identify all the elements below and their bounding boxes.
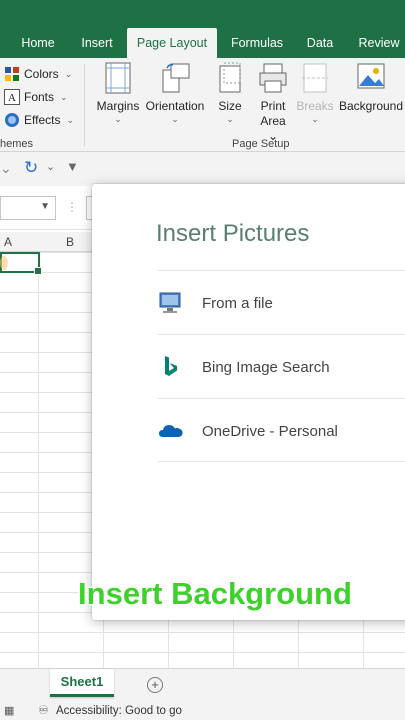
chevron-down-icon: ⌄ [64, 68, 73, 79]
option-label: From a file [202, 295, 273, 312]
chevron-down-icon: ⌄ [60, 91, 68, 102]
chevron-down-icon: ⌄ [226, 114, 234, 124]
margins-icon [105, 62, 131, 94]
tab-page-layout[interactable]: Page Layout [127, 28, 217, 58]
breaks-button[interactable]: Breaks ⌄ [296, 62, 334, 124]
from-a-file-option[interactable]: From a file [158, 270, 405, 334]
chevron-down-icon: ⌄ [311, 114, 319, 124]
dialog-title: Insert Pictures [156, 220, 310, 247]
group-divider [84, 64, 85, 146]
size-button[interactable]: Size ⌄ [214, 62, 246, 124]
tab-review[interactable]: Review [352, 28, 405, 58]
tab-home[interactable]: Home [12, 28, 64, 58]
ribbon-tab-bar: Home Insert Page Layout Formulas Data Re… [0, 28, 405, 58]
chevron-down-icon[interactable]: ⌄ [46, 160, 55, 173]
caption-overlay: Insert Background [78, 576, 352, 611]
svg-text:A: A [8, 92, 16, 104]
colors-icon [4, 66, 20, 82]
chevron-down-icon: ▼ [40, 201, 50, 212]
macro-record-icon[interactable]: ▦ [4, 704, 14, 717]
ribbon: Colors ⌄ A Fonts ⌄ Effects ⌄ hemes Margi… [0, 58, 405, 152]
fonts-label: Fonts [24, 90, 55, 104]
status-bar: ▦ ♾ Accessibility: Good to go [0, 702, 405, 720]
chevron-down-icon: ⌄ [66, 114, 75, 125]
margins-label: Margins [96, 99, 140, 113]
title-bar [0, 0, 405, 28]
effects-button[interactable]: Effects ⌄ [4, 110, 74, 130]
column-header-a[interactable]: A [4, 235, 12, 249]
formula-bar-grip-icon: ⋮ [66, 200, 78, 214]
bing-image-search-option[interactable]: Bing Image Search [158, 334, 405, 398]
chevron-down-icon: ⌄ [114, 114, 122, 124]
effects-label: Effects [24, 113, 61, 127]
accessibility-status[interactable]: Accessibility: Good to go [56, 705, 182, 717]
option-label: Bing Image Search [202, 359, 330, 376]
fonts-icon: A [4, 89, 20, 105]
redo-icon[interactable]: ↻ [24, 158, 38, 178]
print-area-button[interactable]: Print Area ⌄ [254, 62, 292, 144]
onedrive-cloud-icon [158, 419, 184, 443]
breaks-icon [302, 63, 328, 93]
name-box[interactable]: ▼ [0, 196, 56, 220]
customize-toolbar-icon[interactable]: ▼ [66, 159, 79, 174]
undo-dropdown-icon[interactable]: ⌄ [0, 160, 12, 177]
tab-formulas[interactable]: Formulas [224, 28, 290, 58]
size-icon [219, 62, 241, 93]
background-label: Background [338, 99, 404, 113]
add-sheet-icon[interactable]: + [147, 677, 163, 693]
onedrive-personal-option[interactable]: OneDrive - Personal [158, 398, 405, 462]
orientation-label: Orientation [145, 99, 205, 113]
page-setup-group-label: Page Setup [232, 138, 290, 150]
insert-pictures-dialog: Insert Pictures From a file Bing Image S… [92, 184, 405, 620]
tab-data[interactable]: Data [300, 28, 340, 58]
background-button[interactable]: Background [337, 62, 405, 114]
themes-group-label: hemes [0, 138, 34, 150]
effects-icon [4, 112, 20, 128]
breaks-label: Breaks [296, 99, 334, 113]
orientation-icon [162, 63, 190, 93]
background-icon [357, 63, 385, 89]
colors-label: Colors [24, 67, 59, 81]
chevron-down-icon: ⌄ [171, 114, 179, 124]
quick-access-toolbar: ⌄ ↻ ⌄ ▼ [0, 152, 405, 186]
colors-button[interactable]: Colors ⌄ [4, 64, 72, 84]
cursor-highlight [0, 256, 8, 270]
accessibility-icon[interactable]: ♾ [38, 703, 49, 717]
fonts-button[interactable]: A Fonts ⌄ [4, 87, 68, 107]
option-label: OneDrive - Personal [202, 423, 338, 440]
sheet-tab-sheet1[interactable]: Sheet1 [50, 669, 114, 697]
orientation-button[interactable]: Orientation ⌄ [144, 62, 206, 124]
column-header-b[interactable]: B [66, 235, 74, 249]
print-area-icon [259, 63, 287, 93]
sheet-tabs-bar: Sheet1 + [0, 668, 405, 702]
size-label: Size [218, 99, 242, 113]
computer-icon [158, 291, 184, 315]
bing-logo-icon [158, 355, 184, 379]
tab-insert[interactable]: Insert [72, 28, 122, 58]
margins-button[interactable]: Margins ⌄ [94, 62, 142, 124]
